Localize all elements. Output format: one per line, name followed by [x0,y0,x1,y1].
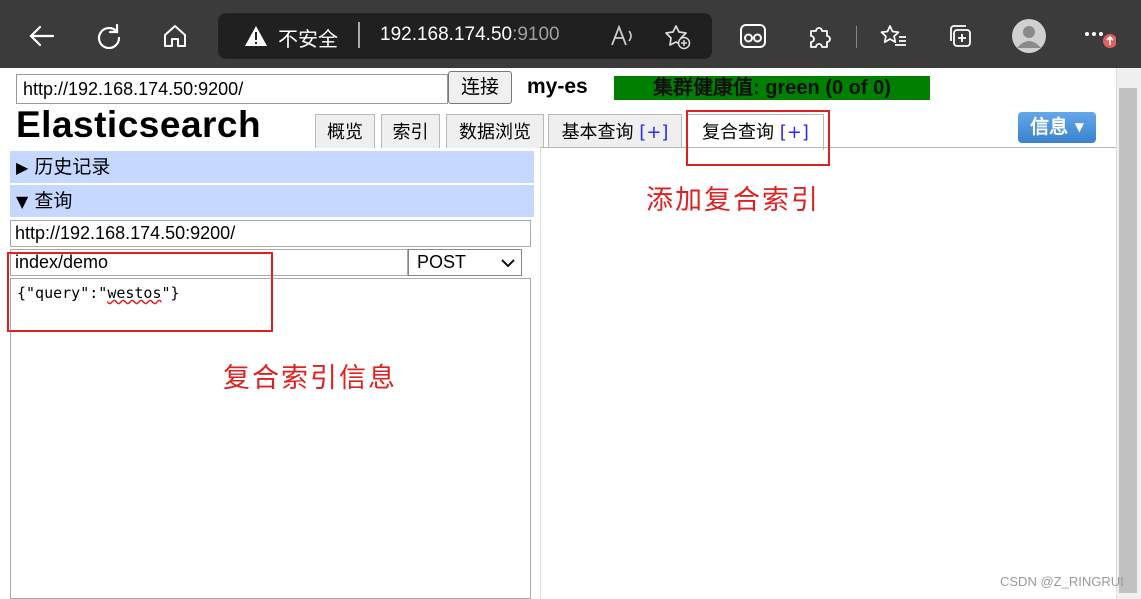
caret-down-icon: ▼ [1074,120,1084,134]
favorites-list-icon [880,25,906,46]
collections-icon [950,25,971,47]
triangle-right-icon: ▶ [16,158,29,177]
back-button[interactable] [22,16,62,56]
connect-button[interactable]: 连接 [448,71,512,104]
extension-glasses-icon [740,24,766,48]
method-value: POST [417,252,467,272]
info-label: 信息 [1030,116,1069,138]
back-arrow-icon [29,25,55,47]
tab-indices[interactable]: 索引 [381,114,440,148]
address-port: :9100 [512,24,560,45]
history-section-header[interactable]: ▶ 历史记录 [10,151,534,183]
favorite-add-icon[interactable] [664,23,692,51]
tab-browser[interactable]: 数据浏览 [446,114,544,148]
tab-label: 索引 [392,122,429,143]
address-host: 192.168.174.50 [380,24,513,45]
extensions-button[interactable] [800,16,840,56]
avatar-icon [1012,19,1046,53]
puzzle-icon [810,27,831,48]
triangle-down-icon: ▼ [16,192,29,211]
extension-button-1[interactable] [733,16,773,56]
browser-toolbar: 不安全 192.168.174.50:9100 [0,0,1141,68]
tab-plus[interactable]: [+] [639,122,668,143]
more-icon [1085,32,1116,48]
address-divider [358,22,360,48]
app-logo: Elasticsearch [16,104,262,145]
favorites-button[interactable] [874,16,914,56]
tab-label: 数据浏览 [459,122,531,143]
refresh-button[interactable] [89,16,129,56]
settings-menu-button[interactable] [1078,16,1118,56]
toolbar-divider [856,26,857,48]
query-label: 查询 [34,190,73,212]
tab-label: 基本查询 [561,122,634,143]
read-aloud-icon[interactable] [610,25,636,47]
home-button[interactable] [155,16,195,56]
annotation-compound-index-info: 复合索引信息 [223,363,397,394]
warning-icon [245,26,267,46]
cluster-name: my-es [527,75,588,98]
collections-button[interactable] [940,16,980,56]
cluster-health-badge: 集群健康值: green (0 of 0) [614,76,930,100]
tab-basic-query[interactable]: 基本查询 [+] [548,114,682,148]
tab-overview[interactable]: 概览 [315,114,375,148]
home-icon [164,25,186,47]
annotation-add-compound-index: 添加复合索引 [646,185,820,216]
profile-button[interactable] [1009,16,1049,56]
not-secure-label: 不安全 [278,27,338,51]
result-panel [540,148,1117,599]
method-select[interactable]: POST [408,249,522,276]
tab-label: 概览 [327,122,363,143]
cluster-url-input[interactable]: http://192.168.174.50:9200/ [16,74,448,104]
annotation-box-query [7,252,273,332]
watermark: CSDN @Z_RINGRUI [1000,574,1124,589]
info-dropdown-button[interactable]: 信息 ▼ [1018,112,1096,143]
query-section-header[interactable]: ▼ 查询 [10,185,534,217]
address-bar[interactable]: 不安全 192.168.174.50:9100 [218,13,712,59]
refresh-icon [97,23,121,49]
history-label: 历史记录 [34,156,111,178]
query-url-input[interactable]: http://192.168.174.50:9200/ [10,220,531,247]
annotation-box-tab [686,110,830,166]
chevron-down-icon [501,259,515,268]
scrollbar-thumb[interactable] [1119,88,1137,593]
address-url: 192.168.174.50:9100 [380,24,560,46]
